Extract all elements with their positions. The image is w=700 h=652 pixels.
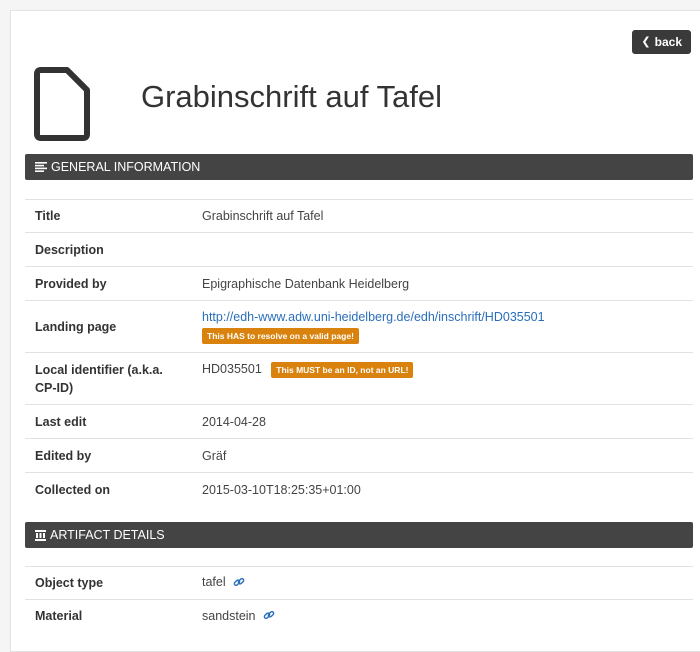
table-row: Last edit 2014-04-28 [25, 404, 693, 439]
row-value: 2014-04-28 [192, 404, 693, 439]
landing-page-link[interactable]: http://edh-www.adw.uni-heidelberg.de/edh… [202, 310, 545, 324]
table-row: Collected on 2015-03-10T18:25:35+01:00 [25, 472, 693, 507]
row-value: Gräf [192, 438, 693, 473]
resolve-warning-badge: This HAS to resolve on a valid page! [202, 327, 359, 344]
table-row: Landing page http://edh-www.adw.uni-heid… [25, 300, 693, 353]
row-label: Description [25, 232, 192, 267]
table-row: Object type tafel [25, 566, 693, 600]
artifact-details-table: Object type tafel Material sandstein [25, 566, 693, 633]
object-type-value: tafel [202, 575, 226, 590]
table-row: Provided by Epigraphische Datenbank Heid… [25, 266, 693, 301]
row-label: Landing page [25, 300, 192, 353]
link-icon[interactable] [233, 576, 245, 591]
row-label: Edited by [25, 438, 192, 473]
record-card: ❮ back Grabinschrift auf Tafel GENERAL I… [10, 10, 700, 652]
row-label: Provided by [25, 266, 192, 301]
general-information-header: GENERAL INFORMATION [25, 154, 693, 180]
link-icon[interactable] [263, 609, 275, 624]
document-icon [34, 67, 90, 141]
back-button-label: back [654, 35, 682, 49]
general-information-table: Title Grabinschrift auf Tafel Descriptio… [25, 199, 693, 507]
table-row: Title Grabinschrift auf Tafel [25, 199, 693, 233]
table-row: Description [25, 232, 693, 267]
back-button[interactable]: ❮ back [632, 30, 691, 54]
artifact-icon [35, 529, 46, 541]
row-value [192, 232, 693, 267]
row-value: 2015-03-10T18:25:35+01:00 [192, 472, 693, 507]
artifact-details-title: ARTIFACT DETAILS [50, 528, 165, 542]
row-label: Collected on [25, 472, 192, 507]
table-row: Local identifier (a.k.a. CP-ID) HD035501… [25, 352, 693, 405]
local-identifier-value: HD035501 [202, 362, 262, 376]
row-label: Last edit [25, 404, 192, 439]
row-value: Grabinschrift auf Tafel [192, 199, 693, 233]
page-title: Grabinschrift auf Tafel [141, 79, 442, 114]
row-label: Local identifier (a.k.a. CP-ID) [25, 352, 192, 405]
row-label: Title [25, 199, 192, 233]
table-row: Material sandstein [25, 599, 693, 633]
table-row: Edited by Gräf [25, 438, 693, 473]
align-lines-icon [35, 162, 47, 172]
general-information-title: GENERAL INFORMATION [51, 160, 201, 174]
id-warning-badge: This MUST be an ID, not an URL! [271, 362, 414, 378]
row-label: Object type [25, 566, 192, 600]
artifact-details-header: ARTIFACT DETAILS [25, 522, 693, 548]
material-value: sandstein [202, 608, 256, 623]
row-label: Material [25, 599, 192, 633]
row-value: Epigraphische Datenbank Heidelberg [192, 266, 693, 301]
chevron-left-icon: ❮ [641, 36, 651, 48]
